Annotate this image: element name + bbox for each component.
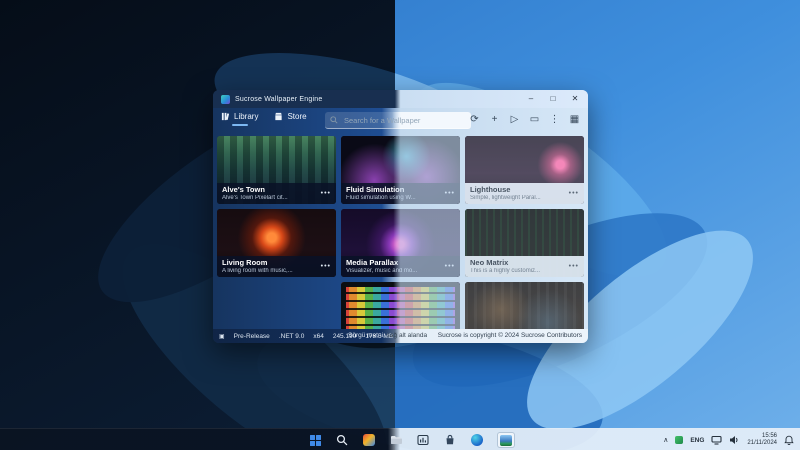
app-logo-icon: [221, 95, 230, 104]
card-subtitle: Alve's Town Pixelart cit...: [222, 195, 317, 202]
system-tray: ∧ ENG 15:56 21/11/2024: [663, 429, 794, 450]
clock-date: 21/11/2024: [747, 440, 777, 447]
wallpaper-card-media-parallax[interactable]: Media Parallax Visualizer, music and mo.…: [341, 209, 460, 277]
card-menu-button[interactable]: •••: [445, 190, 455, 197]
wallpaper-card-partial-motherboard[interactable]: [465, 282, 584, 329]
wallpaper-grid: Alve's Town Alve's Town Pixelart cit... …: [217, 136, 584, 329]
taskbar-center-icons: [308, 429, 515, 450]
clock-time: 15:56: [747, 433, 777, 440]
card-title: Fluid Simulation: [346, 185, 441, 194]
sucrose-taskbar-button[interactable]: [497, 432, 515, 448]
colorful-app-icon: [363, 434, 375, 446]
tray-app-icon[interactable]: [675, 436, 683, 444]
microsoft-store-button[interactable]: [443, 433, 457, 447]
app-window: Sucrose Wallpaper Engine – □ ✕ Library S…: [213, 90, 588, 343]
close-button[interactable]: ✕: [564, 90, 586, 108]
wallpaper-card-lighthouse[interactable]: Lighthouse Simple, lightweight Paral... …: [465, 136, 584, 204]
notification-bell-icon[interactable]: [784, 435, 794, 445]
active-wallpaper-icon: [500, 435, 512, 446]
card-subtitle: A living room with music,...: [222, 268, 317, 275]
task-manager-button[interactable]: [416, 433, 430, 447]
edge-icon: [471, 434, 483, 446]
card-subtitle: Simple, lightweight Paral...: [470, 195, 565, 202]
search-icon: [336, 434, 348, 446]
dotnet-version: .NET 9.0: [279, 333, 305, 340]
wallpaper-card-fluid-simulation[interactable]: Fluid Simulation Fluid simulation using …: [341, 136, 460, 204]
wallpaper-card-partial-periodic[interactable]: [341, 282, 460, 329]
card-menu-button[interactable]: •••: [569, 263, 579, 270]
tab-library-label: Library: [234, 112, 258, 121]
prerelease-badge: Pre-Release: [234, 333, 270, 340]
store-icon: [274, 112, 283, 121]
wallpaper-card-living-room[interactable]: Living Room A living room with music,...…: [217, 209, 336, 277]
windows-logo-icon: [310, 435, 321, 446]
window-controls: – □ ✕: [520, 90, 586, 108]
file-explorer-button[interactable]: [389, 433, 403, 447]
window-titlebar[interactable]: Sucrose Wallpaper Engine – □ ✕: [213, 90, 588, 108]
search-icon: [330, 116, 338, 124]
more-options-icon[interactable]: ⋮: [549, 111, 560, 129]
folder-icon: [390, 434, 402, 446]
card-title: Alve's Town: [222, 185, 317, 194]
tray-chevron-icon[interactable]: ∧: [663, 436, 668, 444]
taskbar-search-button[interactable]: [335, 433, 349, 447]
tab-store-label: Store: [287, 112, 306, 121]
card-menu-button[interactable]: •••: [569, 190, 579, 197]
window-statusbar: ▣ Pre-Release .NET 9.0 x64 245.190 173.5…: [213, 329, 588, 343]
desktop: Sucrose Wallpaper Engine – □ ✕ Library S…: [0, 0, 800, 450]
performance-chart-icon: [417, 434, 429, 446]
card-menu-button[interactable]: •••: [321, 263, 331, 270]
card-subtitle: Fluid simulation using W...: [346, 195, 441, 202]
edge-button[interactable]: [470, 433, 484, 447]
wallpaper-card-neo-matrix[interactable]: Neo Matrix This is a highly customiz... …: [465, 209, 584, 277]
add-wallpaper-icon[interactable]: +: [489, 111, 500, 129]
maximize-button[interactable]: □: [542, 90, 564, 108]
wallpaper-card-alves-town[interactable]: Alve's Town Alve's Town Pixelart cit... …: [217, 136, 336, 204]
tab-store[interactable]: Store: [274, 112, 306, 121]
empty-grid-cell: [217, 282, 336, 329]
minimize-button[interactable]: –: [520, 90, 542, 108]
card-menu-button[interactable]: •••: [445, 263, 455, 270]
prerelease-icon: ▣: [219, 333, 225, 340]
window-title: Sucrose Wallpaper Engine: [235, 96, 322, 103]
colorful-app-button[interactable]: [362, 433, 376, 447]
wallpaper-thumbnail: [465, 282, 584, 329]
card-title: Living Room: [222, 258, 317, 267]
taskbar: ∧ ENG 15:56 21/11/2024: [0, 428, 800, 450]
card-subtitle: Visualizer, music and mo...: [346, 268, 441, 275]
taskbar-clock[interactable]: 15:56 21/11/2024: [747, 433, 777, 447]
statusbar-marquee: Sürgü metni, sağ alt alanda: [348, 329, 427, 343]
card-title: Lighthouse: [470, 185, 565, 194]
architecture: x64: [313, 333, 323, 340]
card-title: Media Parallax: [346, 258, 441, 267]
search-input[interactable]: [342, 115, 466, 126]
play-icon[interactable]: ▷: [509, 111, 520, 129]
wallpaper-thumbnail: [341, 282, 460, 329]
network-icon[interactable]: [711, 435, 722, 445]
language-indicator[interactable]: ENG: [690, 437, 704, 444]
speaker-icon[interactable]: [729, 435, 740, 445]
refresh-icon[interactable]: ⟳: [469, 111, 480, 129]
card-subtitle: This is a highly customiz...: [470, 268, 565, 275]
toolbar: ⟳ + ▷ ▭ ⋮ ▦: [469, 111, 580, 129]
apps-grid-icon[interactable]: ▦: [569, 111, 580, 129]
card-title: Neo Matrix: [470, 258, 565, 267]
wallpaper-search[interactable]: [325, 112, 471, 129]
screen-icon[interactable]: ▭: [529, 111, 540, 129]
app-navbar: Library Store ⟳ + ▷ ▭ ⋮ ▦: [213, 108, 588, 134]
tab-library[interactable]: Library: [221, 112, 258, 121]
store-bag-icon: [444, 434, 456, 446]
card-menu-button[interactable]: •••: [321, 190, 331, 197]
start-button[interactable]: [308, 433, 322, 447]
nav-tabs: Library Store: [221, 112, 307, 121]
library-icon: [221, 112, 230, 121]
copyright-text: Sucrose is copyright © 2024 Sucrose Cont…: [438, 329, 582, 343]
